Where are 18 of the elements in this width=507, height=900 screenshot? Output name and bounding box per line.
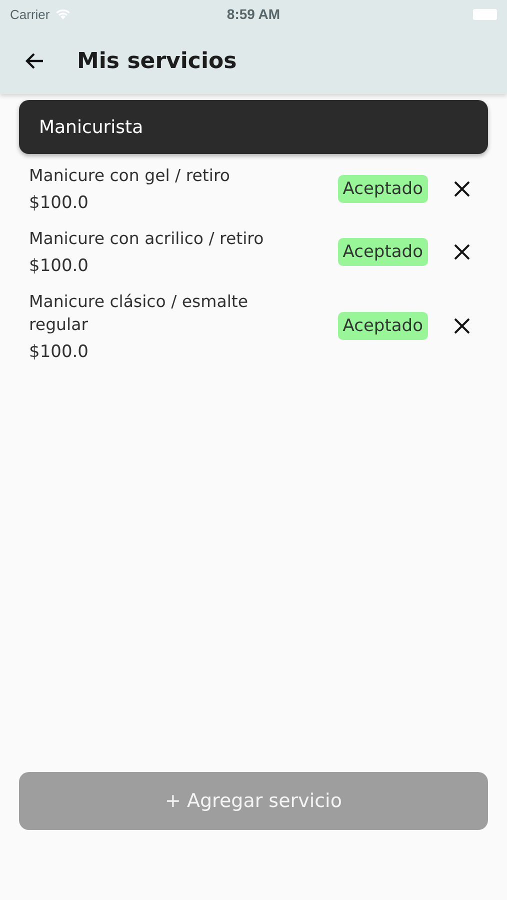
service-name: Manicure clásico / esmalte regular: [29, 291, 250, 336]
status-time: 8:59 AM: [226, 6, 280, 22]
carrier-label: Carrier: [10, 6, 50, 22]
service-name: Manicure con gel / retiro: [29, 165, 232, 187]
status-badge: Aceptado: [338, 312, 428, 340]
service-price: $100.0: [29, 193, 90, 213]
status-badge: Aceptado: [338, 174, 428, 202]
battery-icon: [472, 8, 497, 20]
service-name: Manicure con acrilico / retiro: [29, 228, 265, 250]
status-badge: Aceptado: [338, 238, 428, 266]
close-icon[interactable]: [452, 178, 472, 198]
service-price: $100.0: [29, 256, 90, 276]
wifi-icon: [54, 8, 71, 20]
service-price: $100.0: [29, 342, 90, 362]
close-icon[interactable]: [452, 316, 472, 336]
category-header: Manicurista: [19, 100, 488, 154]
page-title: Mis servicios: [77, 48, 237, 74]
close-icon[interactable]: [452, 242, 472, 262]
